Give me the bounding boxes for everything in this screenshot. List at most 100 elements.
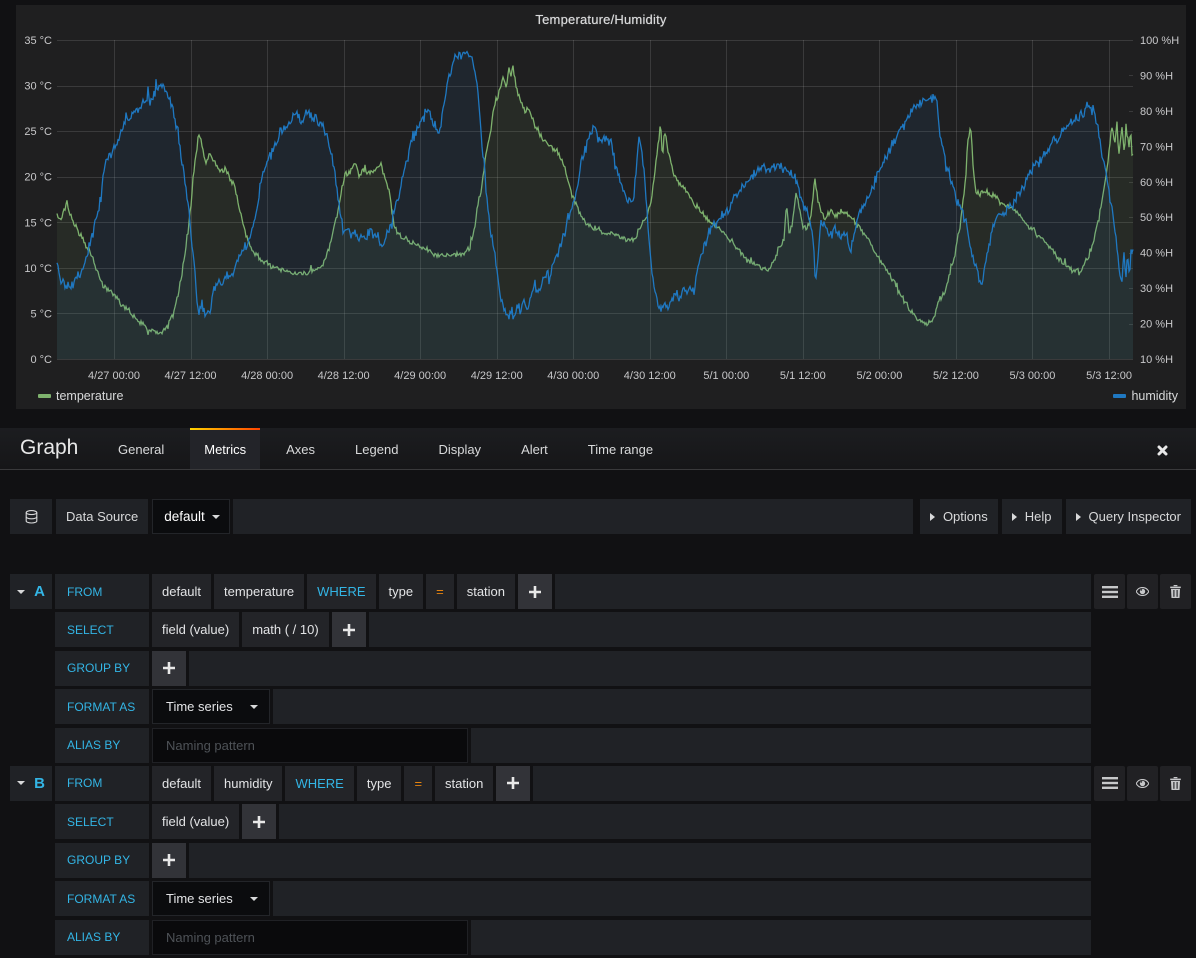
tab-alert[interactable]: Alert [507, 428, 562, 469]
query-letter: A [34, 583, 45, 600]
query-row-rightpad [1094, 651, 1191, 686]
tab-time-range[interactable]: Time range [574, 428, 667, 469]
add-part-button[interactable] [518, 574, 552, 609]
query-part-label: FORMAT AS [55, 881, 149, 916]
legend-item-temperature[interactable]: temperature [38, 389, 123, 403]
format-as-select[interactable]: Time series [152, 881, 270, 916]
legend-series-name: temperature [56, 389, 123, 403]
tab-metrics[interactable]: Metrics [190, 428, 260, 469]
axis-tick-label: 4/29 00:00 [394, 370, 446, 382]
axis-tick-label: 4/30 12:00 [624, 370, 676, 382]
query-segment[interactable]: default [152, 766, 211, 801]
query-segment[interactable]: humidity [214, 766, 282, 801]
options-button[interactable]: Options [920, 499, 998, 534]
legend-item-humidity[interactable]: humidity [1113, 389, 1178, 403]
query-segment[interactable]: station [435, 766, 493, 801]
axis-tick-label: 4/30 00:00 [547, 370, 599, 382]
query-segment[interactable]: station [457, 574, 515, 609]
plus-icon [529, 586, 541, 598]
axis-tick-label: 30 °C [24, 81, 52, 93]
query-part-label: FROM [55, 574, 149, 609]
add-part-button[interactable] [152, 651, 186, 686]
query-segment[interactable]: type [357, 766, 402, 801]
axis-tick-label: 5/1 00:00 [703, 370, 749, 382]
chevron-down-icon [212, 515, 220, 519]
chevron-down-icon [250, 897, 258, 901]
query-A-row-group-by: GROUP BY [10, 651, 1191, 686]
query-segment[interactable]: field (value) [152, 804, 239, 839]
toggle-visibility-button[interactable] [1127, 574, 1158, 609]
query-segment[interactable]: WHERE [285, 766, 353, 801]
query-A-row-alias-by: ALIAS BY [10, 728, 1191, 763]
add-part-button[interactable] [242, 804, 276, 839]
query-row-filler [471, 728, 1091, 763]
close-button[interactable] [1157, 443, 1171, 457]
query-segment[interactable]: = [426, 574, 454, 609]
axis-tick-label: 100 %H [1140, 35, 1179, 47]
query-row-gutter [10, 728, 52, 763]
query-segment[interactable]: math ( / 10) [242, 612, 328, 647]
axis-tick-label: 4/27 00:00 [88, 370, 140, 382]
legend-series-dash [1113, 394, 1126, 398]
query-B: BFROMdefaulthumidityWHEREtype=stationSEL… [10, 766, 1191, 955]
query-segment[interactable]: field (value) [152, 612, 239, 647]
x-axis-labels: 4/27 00:004/27 12:004/28 00:004/28 12:00… [88, 370, 1132, 382]
add-part-button[interactable] [496, 766, 530, 801]
editor-title: Graph [0, 428, 104, 469]
axis-tick-label: 30 %H [1140, 283, 1173, 295]
select-value: Time series [166, 699, 233, 714]
query-row-rightpad [1094, 689, 1191, 724]
axis-tick-label: 4/28 12:00 [318, 370, 370, 382]
panel-editor-header: Graph General Metrics Axes Legend Display Ale… [0, 428, 1196, 470]
caret-right-icon [1012, 513, 1017, 521]
query-row-gutter [10, 689, 52, 724]
delete-query-button[interactable] [1160, 766, 1191, 801]
add-part-button[interactable] [332, 612, 366, 647]
delete-query-button[interactable] [1160, 574, 1191, 609]
datasource-dropdown[interactable]: default [152, 499, 230, 534]
select-value: Time series [166, 891, 233, 906]
query-row-filler [471, 920, 1091, 955]
alias-input[interactable] [152, 920, 468, 955]
query-A-row-select: SELECTfield (value)math ( / 10) [10, 612, 1191, 647]
caret-right-icon [1076, 513, 1081, 521]
query-menu-button[interactable] [1094, 574, 1125, 609]
query-collapse-toggle[interactable]: B [10, 766, 52, 801]
query-row-filler [273, 881, 1091, 916]
axis-tick-label: 5 °C [30, 308, 52, 320]
query-A-row-format-as: FORMAT ASTime series [10, 689, 1191, 724]
query-B-row-format-as: FORMAT AS Time series [10, 881, 1191, 916]
query-B-row-select: SELECTfield (value) [10, 804, 1191, 839]
tab-display[interactable]: Display [424, 428, 495, 469]
query-segment[interactable]: default [152, 574, 211, 609]
timeseries-chart[interactable]: 0 °C5 °C10 °C15 °C20 °C25 °C30 °C35 °C10… [16, 5, 1186, 409]
query-collapse-toggle[interactable]: A [10, 574, 52, 609]
query-row-gutter [10, 804, 52, 839]
tab-axes[interactable]: Axes [272, 428, 329, 469]
toolbar-buttons: OptionsHelpQuery Inspector [916, 499, 1191, 534]
add-part-button[interactable] [152, 843, 186, 878]
query-row-filler [273, 689, 1091, 724]
query-segment[interactable]: type [379, 574, 424, 609]
query-segment[interactable]: WHERE [307, 574, 375, 609]
query-row-filler [279, 804, 1091, 839]
axis-tick-label: 4/28 00:00 [241, 370, 293, 382]
query-segment[interactable]: temperature [214, 574, 304, 609]
y-axis-left-labels: 0 °C5 °C10 °C15 °C20 °C25 °C30 °C35 °C [24, 35, 52, 366]
query-inspector-button[interactable]: Query Inspector [1066, 499, 1192, 534]
tab-legend[interactable]: Legend [341, 428, 412, 469]
plus-icon [343, 624, 355, 636]
axis-tick-label: 40 %H [1140, 248, 1173, 260]
axis-tick-label: 70 %H [1140, 141, 1173, 153]
query-row-filler [189, 843, 1091, 878]
query-menu-button[interactable] [1094, 766, 1125, 801]
toggle-visibility-button[interactable] [1127, 766, 1158, 801]
plus-icon [507, 777, 519, 789]
query-segment[interactable]: = [404, 766, 432, 801]
alias-input[interactable] [152, 728, 468, 763]
format-as-select[interactable]: Time series [152, 689, 270, 724]
chevron-down-icon [17, 590, 25, 594]
tab-general[interactable]: General [104, 428, 178, 469]
help-button[interactable]: Help [1002, 499, 1062, 534]
query-part-label: ALIAS BY [55, 920, 149, 955]
